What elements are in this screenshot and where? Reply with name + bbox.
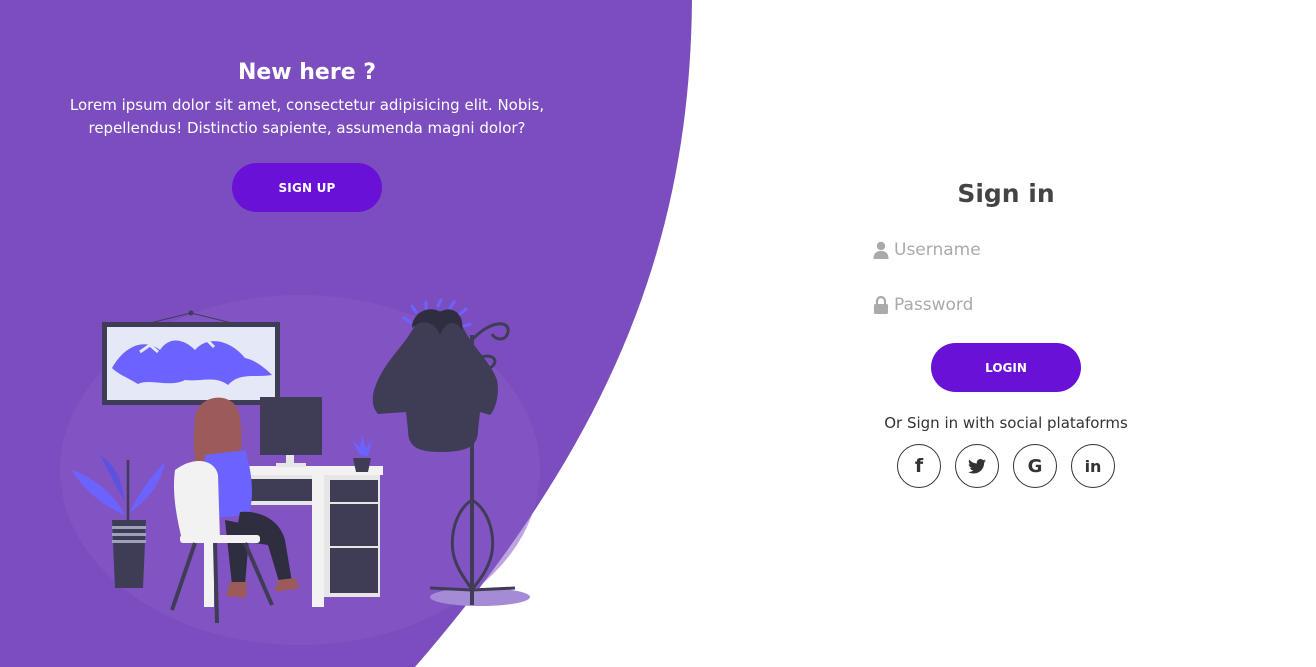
google-icon: G bbox=[1027, 455, 1043, 477]
username-input[interactable] bbox=[890, 235, 1134, 265]
password-input[interactable] bbox=[890, 290, 1134, 320]
social-signin-text: Or Sign in with social plataforms bbox=[884, 414, 1128, 432]
login-button[interactable]: Login bbox=[931, 343, 1081, 392]
social-icons: f G in bbox=[872, 444, 1140, 488]
linkedin-button[interactable]: in bbox=[1071, 444, 1115, 488]
signin-form: Sign in Login Or Sign in with social pla… bbox=[872, 172, 1140, 488]
user-icon bbox=[872, 240, 890, 260]
signup-panel-content: New here ? Lorem ipsum dolor sit amet, c… bbox=[0, 58, 614, 212]
signup-panel: New here ? Lorem ipsum dolor sit amet, c… bbox=[0, 0, 614, 667]
sign-up-button[interactable]: Sign up bbox=[232, 163, 382, 212]
signup-panel-title: New here ? bbox=[237, 60, 377, 85]
twitter-icon bbox=[968, 458, 986, 474]
facebook-button[interactable]: f bbox=[897, 444, 941, 488]
facebook-icon: f bbox=[914, 455, 924, 477]
signin-title: Sign in bbox=[957, 179, 1055, 208]
lock-icon bbox=[872, 295, 890, 315]
password-field bbox=[872, 285, 1140, 325]
login-page: New here ? Lorem ipsum dolor sit amet, c… bbox=[0, 0, 1316, 667]
twitter-button[interactable] bbox=[955, 444, 999, 488]
google-button[interactable]: G bbox=[1013, 444, 1057, 488]
linkedin-icon: in bbox=[1084, 456, 1102, 476]
signup-panel-description: Lorem ipsum dolor sit amet, consectetur … bbox=[69, 96, 545, 137]
username-field bbox=[872, 230, 1140, 270]
